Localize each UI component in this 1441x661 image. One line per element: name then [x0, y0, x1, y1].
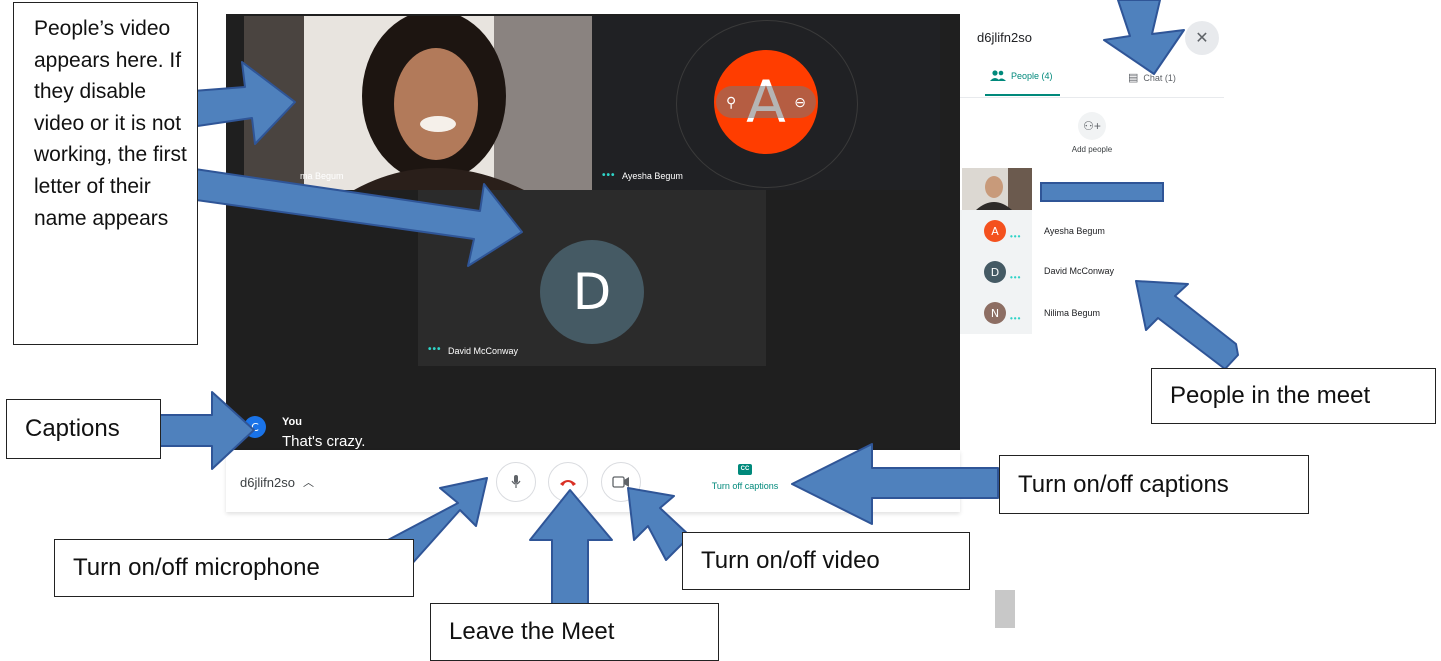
- callout-captions: Captions: [6, 399, 161, 459]
- arrow-to-video-toggle: [627, 487, 691, 561]
- arrow-to-captions: [147, 391, 255, 470]
- callout-leave: Leave the Meet: [430, 603, 719, 661]
- callout-people-in-meet: People in the meet: [1151, 368, 1436, 424]
- arrow-to-leave: [529, 489, 613, 613]
- arrow-to-people-list: [1135, 280, 1239, 370]
- arrow-to-captions-toggle: [791, 443, 999, 525]
- callout-video-toggle: Turn on/off video: [682, 532, 970, 590]
- arrow-to-david-tile: [181, 167, 523, 267]
- arrow-top-right: [1103, 0, 1185, 75]
- callout-video-explanation: People’s video appears here. If they dis…: [13, 2, 198, 345]
- callout-microphone: Turn on/off microphone: [54, 539, 414, 597]
- callout-toggle-captions: Turn on/off captions: [999, 455, 1309, 514]
